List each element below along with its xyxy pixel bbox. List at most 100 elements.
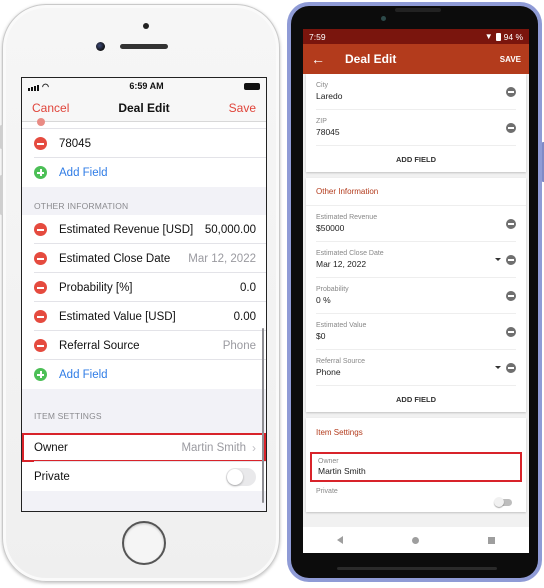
partial-row: [22, 118, 266, 129]
field-value[interactable]: 0.00: [234, 311, 256, 323]
add-field-button[interactable]: Add Field: [59, 167, 256, 179]
field-value[interactable]: $0: [316, 331, 506, 341]
field-value[interactable]: 78045: [316, 127, 506, 137]
remove-field-icon[interactable]: [34, 310, 47, 323]
add-field-button[interactable]: ADD FIELD: [306, 386, 526, 412]
remove-field-icon[interactable]: [506, 254, 516, 265]
private-row: Private: [22, 462, 266, 491]
remove-field-icon[interactable]: [506, 86, 516, 97]
private-toggle[interactable]: [226, 467, 256, 486]
field-label: Estimated Close Date: [59, 252, 171, 265]
field-value[interactable]: Laredo: [316, 91, 506, 101]
save-button[interactable]: SAVE: [500, 55, 521, 64]
add-field-button[interactable]: Add Field: [59, 369, 256, 381]
field-value[interactable]: 0 %: [316, 295, 506, 305]
android-status-bar: 7:59 ▼ 94 %: [303, 29, 529, 44]
estimated-close-date-field[interactable]: Estimated Close Date Mar 12, 2022: [316, 242, 516, 278]
field-label: Referral Source: [59, 339, 140, 352]
add-field-row[interactable]: Add Field: [22, 158, 266, 187]
dropdown-arrow-icon[interactable]: [495, 258, 501, 261]
probability-field[interactable]: Probability 0 %: [316, 278, 516, 314]
referral-source-field[interactable]: Referral Source Phone: [316, 350, 516, 386]
android-device-frame: 7:59 ▼ 94 % ← Deal Edit SAVE City Laredo: [287, 2, 544, 582]
field-label: ZIP: [316, 118, 327, 125]
field-label: Estimated Close Date: [316, 250, 384, 257]
list-item[interactable]: Estimated Revenue [USD] 50,000.00: [22, 215, 266, 244]
zip-field[interactable]: ZIP 78045: [316, 110, 516, 146]
owner-value[interactable]: Martin Smith: [181, 442, 246, 454]
card-title-item-settings: Item Settings: [316, 427, 363, 437]
item-settings-card: Item Settings Owner Martin Smith Private: [306, 418, 526, 512]
list-item: 78045: [22, 129, 266, 158]
field-value[interactable]: Phone: [316, 367, 495, 377]
remove-field-icon[interactable]: [34, 281, 47, 294]
owner-value[interactable]: Martin Smith: [318, 466, 514, 476]
field-value[interactable]: Mar 12, 2022: [316, 259, 495, 269]
iphone-volume-button: [0, 125, 3, 149]
field-value[interactable]: $50000: [316, 223, 506, 233]
other-information-group: Estimated Revenue [USD] 50,000.00 Estima…: [22, 215, 266, 389]
remove-field-icon[interactable]: [34, 252, 47, 265]
address-group: 78045 Add Field: [22, 129, 266, 187]
field-value[interactable]: Mar 12, 2022: [188, 253, 256, 265]
page-title: Deal Edit: [345, 52, 397, 66]
city-field[interactable]: City Laredo: [316, 74, 516, 110]
iphone-device-frame: ◠ 6:59 AM Cancel Deal Edit Save 78045 Ad…: [0, 4, 280, 582]
remove-field-icon[interactable]: [34, 339, 47, 352]
list-item[interactable]: Estimated Value [USD] 0.00: [22, 302, 266, 331]
field-value[interactable]: Phone: [223, 340, 256, 352]
add-field-button[interactable]: ADD FIELD: [306, 146, 526, 172]
android-status-time: 7:59: [309, 31, 326, 42]
iphone-sensor: [143, 23, 149, 29]
private-switch[interactable]: [494, 497, 512, 507]
remove-field-icon[interactable]: [34, 223, 47, 236]
field-label: Estimated Value [USD]: [59, 310, 176, 323]
android-toolbar: ← Deal Edit SAVE: [303, 44, 529, 74]
field-label: City: [316, 82, 329, 89]
remove-field-icon[interactable]: [506, 290, 516, 301]
dropdown-arrow-icon[interactable]: [495, 366, 501, 369]
field-value[interactable]: 50,000.00: [205, 224, 256, 236]
cancel-button[interactable]: Cancel: [32, 101, 69, 115]
field-value[interactable]: 0.0: [240, 282, 256, 294]
list-item[interactable]: Referral Source Phone: [22, 331, 266, 360]
owner-label: Owner: [318, 458, 339, 465]
wifi-icon: ▼: [484, 32, 493, 41]
private-label: Private: [316, 488, 338, 495]
estimated-revenue-field[interactable]: Estimated Revenue $50000: [316, 206, 516, 242]
list-item[interactable]: Estimated Close Date Mar 12, 2022: [22, 244, 266, 273]
remove-field-icon[interactable]: [34, 137, 47, 150]
scrollbar[interactable]: [262, 328, 264, 503]
android-front-camera: [381, 16, 386, 21]
owner-dropdown[interactable]: Owner Martin Smith: [310, 452, 522, 482]
nav-home-icon[interactable]: [411, 536, 419, 544]
save-button[interactable]: Save: [229, 101, 256, 115]
owner-label: Owner: [34, 441, 68, 454]
add-icon[interactable]: [34, 166, 47, 179]
remove-field-icon[interactable]: [506, 218, 516, 229]
section-header-other-information: OTHER INFORMATION: [34, 201, 129, 211]
ios-screen: ◠ 6:59 AM Cancel Deal Edit Save 78045 Ad…: [21, 77, 267, 512]
estimated-value-field[interactable]: Estimated Value $0: [316, 314, 516, 350]
zip-value[interactable]: 78045: [59, 138, 256, 150]
field-label: Referral Source: [316, 358, 366, 365]
add-icon[interactable]: [34, 368, 47, 381]
battery-level: 94 %: [503, 31, 523, 42]
ios-status-time: 6:59 AM: [129, 81, 164, 91]
field-label: Estimated Value: [316, 322, 367, 329]
nav-recents-icon[interactable]: [487, 536, 495, 544]
remove-field-icon[interactable]: [506, 362, 516, 373]
nav-back-icon[interactable]: [337, 536, 344, 544]
private-label: Private: [34, 470, 70, 483]
back-arrow-icon[interactable]: ←: [311, 51, 335, 67]
list-item[interactable]: Probability [%] 0.0: [22, 273, 266, 302]
remove-field-icon[interactable]: [506, 326, 516, 337]
remove-icon: [37, 118, 45, 126]
remove-field-icon[interactable]: [506, 122, 516, 133]
add-field-row[interactable]: Add Field: [22, 360, 266, 389]
android-bottom-speaker: [337, 567, 497, 570]
android-screen: 7:59 ▼ 94 % ← Deal Edit SAVE City Laredo: [303, 29, 529, 553]
iphone-home-button[interactable]: [122, 521, 166, 565]
owner-row[interactable]: Owner Martin Smith ›: [22, 433, 266, 462]
iphone-front-camera: [96, 42, 105, 51]
